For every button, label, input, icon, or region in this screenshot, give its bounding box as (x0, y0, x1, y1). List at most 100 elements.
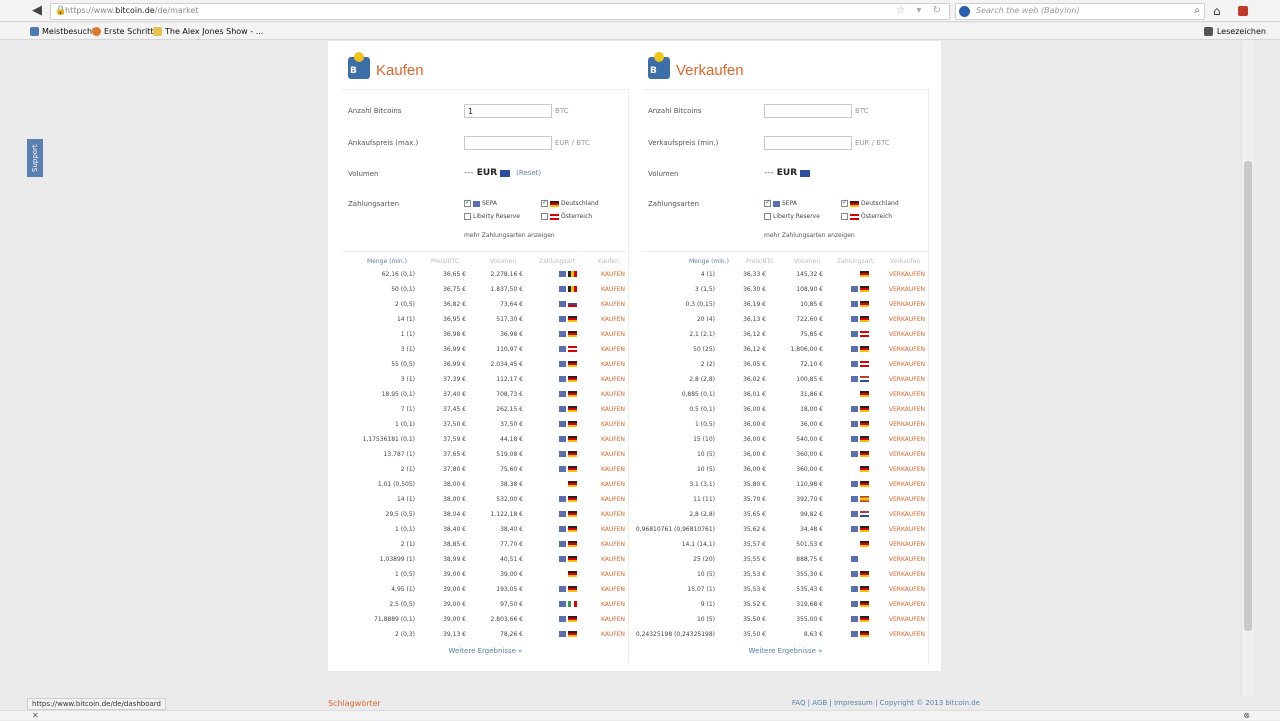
sell-action-link[interactable]: VERKAUFEN (889, 481, 925, 488)
buy-action-link[interactable]: KAUFEN (601, 511, 625, 518)
sell-action-link[interactable]: VERKAUFEN (889, 571, 925, 578)
pay-deutschland[interactable]: Deutschland (541, 198, 599, 207)
col-zahlungsart[interactable]: Zahlungsart (837, 258, 873, 265)
footer-schlagwoerter[interactable]: Schlagwörter (328, 699, 381, 708)
sell-action-link[interactable]: VERKAUFEN (889, 556, 925, 563)
sell-action-link[interactable]: VERKAUFEN (889, 391, 925, 398)
sell-action-link[interactable]: VERKAUFEN (889, 286, 925, 293)
url-text[interactable]: https://www.bitcoin.de/de/market (65, 6, 198, 15)
sell-amount-input[interactable] (764, 104, 852, 118)
sell-action-link[interactable]: VERKAUFEN (889, 616, 925, 623)
buy-action-link[interactable]: KAUFEN (601, 436, 625, 443)
extension-icon[interactable] (1238, 6, 1248, 16)
pay-oesterreich[interactable]: Österreich (541, 213, 592, 220)
buy-action-link[interactable]: KAUFEN (601, 406, 625, 413)
buy-action-link[interactable]: KAUFEN (601, 376, 625, 383)
buy-action-link[interactable]: KAUFEN (601, 601, 625, 608)
sell-more-results[interactable]: Weitere Ergebnisse » (642, 647, 929, 655)
pay-oesterreich[interactable]: Österreich (841, 213, 892, 220)
checkbox-icon[interactable] (541, 213, 548, 220)
back-arrow-icon[interactable]: ◀ (32, 4, 46, 18)
buy-action-link[interactable]: KAUFEN (601, 316, 625, 323)
search-icon[interactable]: ⌕ (1194, 5, 1200, 16)
sell-action-link[interactable]: VERKAUFEN (889, 601, 925, 608)
sell-action-link[interactable]: VERKAUFEN (889, 466, 925, 473)
pay-sepa[interactable]: SEPA (464, 198, 497, 207)
checkbox-icon[interactable] (764, 213, 771, 220)
sell-action-link[interactable]: VERKAUFEN (889, 376, 925, 383)
bookmark-meistbesucht[interactable]: Meistbesucht (30, 27, 95, 36)
reset-link[interactable]: (Reset) (516, 169, 541, 177)
buy-action-link[interactable]: KAUFEN (601, 631, 625, 638)
sell-action-link[interactable]: VERKAUFEN (889, 421, 925, 428)
buy-action-link[interactable]: KAUFEN (601, 496, 625, 503)
scroll-thumb[interactable] (1244, 161, 1252, 631)
sell-price-input[interactable] (764, 136, 852, 150)
sell-action-link[interactable]: VERKAUFEN (889, 406, 925, 413)
buy-action-link[interactable]: KAUFEN (601, 286, 625, 293)
col-volumen[interactable]: Volumen (490, 258, 516, 265)
sell-action-link[interactable]: VERKAUFEN (889, 526, 925, 533)
buy-action-link[interactable]: KAUFEN (601, 391, 625, 398)
url-bar[interactable]: 🔒 https://www.bitcoin.de/de/market ☆ ▾ ↻ (50, 3, 950, 20)
bookmark-alex-jones[interactable]: The Alex Jones Show - ... (153, 27, 263, 36)
more-payments-link[interactable]: mehr Zahlungsarten anzeigen (764, 232, 855, 239)
checkbox-icon[interactable] (541, 198, 548, 207)
sell-action-link[interactable]: VERKAUFEN (889, 496, 925, 503)
buy-action-link[interactable]: KAUFEN (601, 616, 625, 623)
buy-more-results[interactable]: Weitere Ergebnisse » (342, 647, 629, 655)
col-zahlungsart[interactable]: Zahlungsart (539, 258, 575, 265)
checkbox-icon[interactable] (464, 213, 471, 220)
buy-action-link[interactable]: KAUFEN (601, 361, 625, 368)
pay-deutschland[interactable]: Deutschland (841, 198, 899, 207)
buy-action-link[interactable]: KAUFEN (601, 571, 625, 578)
sell-action-link[interactable]: VERKAUFEN (889, 361, 925, 368)
buy-action-link[interactable]: KAUFEN (601, 466, 625, 473)
home-icon[interactable]: ⌂ (1213, 4, 1221, 18)
bookmark-erste-schritte[interactable]: Erste Schritte (92, 27, 158, 36)
support-tab[interactable]: Support (27, 139, 43, 177)
buy-price-input[interactable] (464, 136, 552, 150)
checkbox-icon[interactable] (841, 213, 848, 220)
sell-action-link[interactable]: VERKAUFEN (889, 541, 925, 548)
col-verkaufen[interactable]: Verkaufen (890, 258, 920, 265)
bookmarks-menu[interactable]: Lesezeichen (1203, 27, 1266, 36)
buy-action-link[interactable]: KAUFEN (601, 481, 625, 488)
scrollbar[interactable] (1241, 41, 1253, 697)
bookmark-star-icon[interactable]: ☆ ▾ ↻ (896, 5, 945, 16)
pay-liberty-reserve[interactable]: Liberty Reserve (764, 213, 820, 220)
sell-action-link[interactable]: VERKAUFEN (889, 586, 925, 593)
buy-amount-input[interactable] (464, 104, 552, 118)
checkbox-icon[interactable] (841, 198, 848, 207)
buy-action-link[interactable]: KAUFEN (601, 346, 625, 353)
sell-action-link[interactable]: VERKAUFEN (889, 301, 925, 308)
buy-action-link[interactable]: KAUFEN (601, 271, 625, 278)
search-input[interactable]: Search the web (Babylon) (976, 6, 1080, 15)
footer-links[interactable]: FAQ | AGB | Impressum | Copyright © 2013… (792, 699, 980, 707)
sell-action-link[interactable]: VERKAUFEN (889, 271, 925, 278)
col-kaufen[interactable]: Kaufen (598, 258, 619, 265)
pay-liberty-reserve[interactable]: Liberty Reserve (464, 213, 520, 220)
col-preis[interactable]: Preis/BTC (746, 258, 774, 265)
col-menge[interactable]: Menge (min.) (367, 258, 407, 265)
sell-action-link[interactable]: VERKAUFEN (889, 451, 925, 458)
buy-action-link[interactable]: KAUFEN (601, 451, 625, 458)
sell-action-link[interactable]: VERKAUFEN (889, 316, 925, 323)
col-volumen[interactable]: Volumen (794, 258, 820, 265)
search-engine-icon[interactable] (959, 6, 970, 17)
buy-action-link[interactable]: KAUFEN (601, 331, 625, 338)
buy-action-link[interactable]: KAUFEN (601, 421, 625, 428)
sell-action-link[interactable]: VERKAUFEN (889, 631, 925, 638)
sell-action-link[interactable]: VERKAUFEN (889, 511, 925, 518)
checkbox-icon[interactable] (764, 198, 771, 207)
sell-action-link[interactable]: VERKAUFEN (889, 346, 925, 353)
col-menge[interactable]: Menge (min.) (689, 258, 729, 265)
buy-action-link[interactable]: KAUFEN (601, 301, 625, 308)
buy-action-link[interactable]: KAUFEN (601, 556, 625, 563)
web-search-bar[interactable]: Search the web (Babylon) ⌕ (955, 3, 1205, 20)
buy-action-link[interactable]: KAUFEN (601, 541, 625, 548)
sell-action-link[interactable]: VERKAUFEN (889, 436, 925, 443)
buy-action-link[interactable]: KAUFEN (601, 526, 625, 533)
pay-sepa[interactable]: SEPA (764, 198, 797, 207)
more-payments-link[interactable]: mehr Zahlungsarten anzeigen (464, 232, 555, 239)
